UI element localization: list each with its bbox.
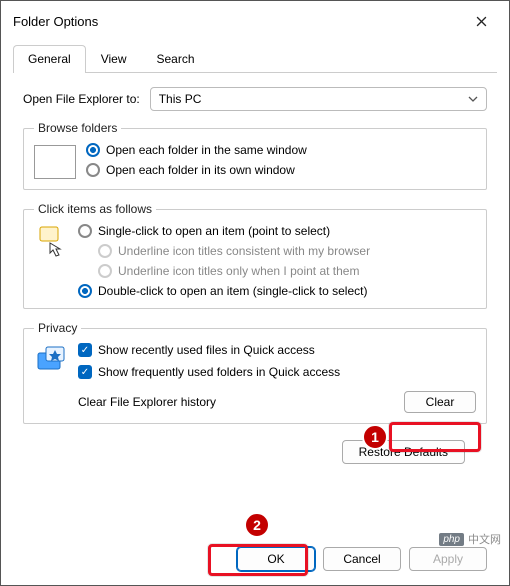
privacy-legend: Privacy bbox=[34, 321, 81, 335]
radio-own-window[interactable]: Open each folder in its own window bbox=[86, 163, 307, 177]
radio-double-click[interactable]: Double-click to open an item (single-cli… bbox=[78, 284, 370, 298]
badge-2: 2 bbox=[244, 512, 270, 538]
tab-general[interactable]: General bbox=[13, 45, 86, 73]
pointer-icon bbox=[34, 224, 68, 260]
radio-icon bbox=[86, 143, 100, 157]
checkbox-icon: ✓ bbox=[78, 343, 92, 357]
check-recent-files[interactable]: ✓ Show recently used files in Quick acce… bbox=[78, 343, 476, 357]
folder-window-icon bbox=[34, 145, 76, 179]
checkbox-icon: ✓ bbox=[78, 365, 92, 379]
window-title: Folder Options bbox=[13, 14, 98, 29]
tab-search[interactable]: Search bbox=[142, 45, 210, 72]
restore-defaults-button[interactable]: Restore Defaults bbox=[342, 440, 465, 464]
open-explorer-value: This PC bbox=[159, 92, 202, 106]
clear-button[interactable]: Clear bbox=[404, 391, 476, 413]
clear-history-label: Clear File Explorer history bbox=[78, 395, 216, 409]
browse-folders-group: Browse folders Open each folder in the s… bbox=[23, 121, 487, 190]
close-icon bbox=[476, 16, 487, 27]
tab-view[interactable]: View bbox=[86, 45, 142, 72]
click-items-legend: Click items as follows bbox=[34, 202, 156, 216]
watermark-text: 中文网 bbox=[468, 531, 501, 547]
close-button[interactable] bbox=[465, 9, 497, 33]
ok-button[interactable]: OK bbox=[237, 547, 315, 571]
privacy-group: Privacy ✓ Show recently used files in Qu… bbox=[23, 321, 487, 424]
check-frequent-folders[interactable]: ✓ Show frequently used folders in Quick … bbox=[78, 365, 476, 379]
browse-folders-legend: Browse folders bbox=[34, 121, 121, 135]
open-explorer-label: Open File Explorer to: bbox=[23, 92, 140, 106]
watermark-logo: php bbox=[439, 533, 464, 546]
chevron-down-icon bbox=[468, 96, 478, 102]
tab-bar: General View Search bbox=[13, 45, 497, 73]
radio-icon bbox=[98, 264, 112, 278]
radio-icon bbox=[86, 163, 100, 177]
radio-icon bbox=[98, 244, 112, 258]
radio-same-window[interactable]: Open each folder in the same window bbox=[86, 143, 307, 157]
click-items-group: Click items as follows Single-click to o… bbox=[23, 202, 487, 309]
open-explorer-combo[interactable]: This PC bbox=[150, 87, 487, 111]
watermark: php 中文网 bbox=[439, 531, 501, 547]
radio-underline-point: Underline icon titles only when I point … bbox=[98, 264, 370, 278]
cancel-button[interactable]: Cancel bbox=[323, 547, 401, 571]
radio-icon bbox=[78, 284, 92, 298]
radio-icon bbox=[78, 224, 92, 238]
apply-button: Apply bbox=[409, 547, 487, 571]
radio-underline-consistent: Underline icon titles consistent with my… bbox=[98, 244, 370, 258]
quick-access-icon bbox=[34, 343, 68, 377]
radio-single-click[interactable]: Single-click to open an item (point to s… bbox=[78, 224, 370, 238]
